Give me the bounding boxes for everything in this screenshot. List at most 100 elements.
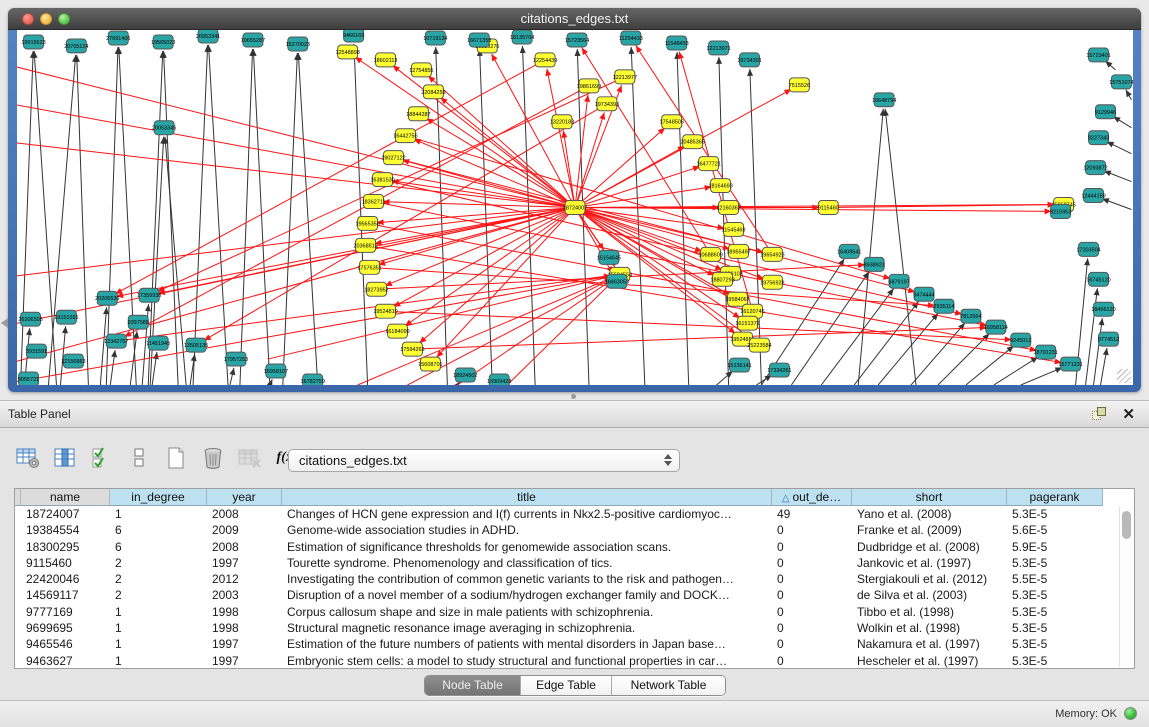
graph-node[interactable]: 19861699 <box>577 79 601 93</box>
float-panel-icon[interactable] <box>1092 407 1107 421</box>
cell-year[interactable]: 2008 <box>207 506 282 522</box>
table-row[interactable]: 2242004622012Investigating the contribut… <box>15 571 1134 587</box>
graph-node[interactable]: 16958114 <box>984 320 1008 334</box>
resize-grip-icon[interactable] <box>1117 369 1131 383</box>
cell-year[interactable]: 2003 <box>207 587 282 603</box>
graph-node[interactable]: 17957253 <box>224 352 248 366</box>
graph-node[interactable]: 18602113 <box>374 53 398 67</box>
cell-short[interactable]: Franke et al. (2009) <box>852 522 1007 538</box>
graph-node[interactable]: 15723401 <box>1086 48 1110 62</box>
network-graph[interactable]: 1872400712548898186021131275485516959276… <box>17 30 1133 385</box>
cell-in-degree[interactable]: 2 <box>110 571 207 587</box>
cell-short[interactable]: Nakamura et al. (1997) <box>852 636 1007 652</box>
table-row[interactable]: 946362711997Embryonic stem cells: a mode… <box>15 653 1134 669</box>
column-header-out-de-[interactable]: △out_de… <box>772 489 852 506</box>
cell-title[interactable]: Genome-wide association studies in ADHD. <box>282 522 772 538</box>
cell-name[interactable]: 18300295 <box>21 539 110 555</box>
cell-year[interactable]: 1997 <box>207 636 282 652</box>
graph-node[interactable]: 10719134 <box>423 31 447 45</box>
graph-node[interactable]: 19151591 <box>54 310 78 324</box>
graph-node[interactable]: 18135704 <box>510 30 534 44</box>
graph-node[interactable]: 27691406 <box>106 31 130 45</box>
close-panel-icon[interactable]: ✕ <box>1122 405 1135 423</box>
cell-in-degree[interactable]: 1 <box>110 620 207 636</box>
graph-node[interactable]: 18955497 <box>726 244 750 258</box>
cell-pagerank[interactable]: 5.3E-5 <box>1007 506 1103 522</box>
graph-node[interactable]: 17359938 <box>137 288 161 302</box>
graph-node[interactable]: 15154645 <box>597 250 621 264</box>
cell-title[interactable]: Estimation of significance thresholds fo… <box>282 539 772 555</box>
network-canvas[interactable]: 1872400712548898186021131275485516959276… <box>17 30 1133 385</box>
column-header-year[interactable]: year <box>207 489 282 506</box>
cell-in-degree[interactable]: 1 <box>110 506 207 522</box>
cell-short[interactable]: de Silva et al. (2003) <box>852 587 1007 603</box>
graph-node[interactable]: 18273952 <box>364 282 388 296</box>
graph-node[interactable]: 15270023 <box>286 37 310 51</box>
graph-node[interactable]: 26206505 <box>18 312 42 326</box>
cell-year[interactable]: 1998 <box>207 620 282 636</box>
graph-node[interactable]: 20485365 <box>680 135 704 149</box>
cell-out-de-[interactable]: 49 <box>772 506 852 522</box>
cell-year[interactable]: 2009 <box>207 522 282 538</box>
graph-node[interactable]: 17334261 <box>767 363 791 377</box>
graph-node[interactable]: 12754855 <box>409 63 433 77</box>
graph-node[interactable]: 18456120 <box>1091 302 1115 316</box>
cell-name[interactable]: 9115460 <box>21 555 110 571</box>
graph-node[interactable]: 12444159 <box>1081 189 1105 203</box>
memory-ok-icon[interactable] <box>1124 707 1137 720</box>
tab-edge-table[interactable]: Edge Table <box>521 676 612 695</box>
cell-pagerank[interactable]: 5.3E-5 <box>1007 620 1103 636</box>
cell-short[interactable]: Yano et al. (2008) <box>852 506 1007 522</box>
graph-node[interactable]: 18362711 <box>362 195 386 209</box>
scrollbar-thumb[interactable] <box>1122 511 1131 539</box>
table-row[interactable]: 1456911722003Disruption of a novel membe… <box>15 587 1134 603</box>
graph-node[interactable]: 22084259 <box>421 85 445 99</box>
cell-name[interactable]: 9777169 <box>21 604 110 620</box>
graph-node[interactable]: 16381530 <box>370 173 394 187</box>
graph-node[interactable]: 9227343 <box>1088 131 1109 145</box>
graph-node[interactable]: 16671355 <box>467 33 491 47</box>
graph-node[interactable]: 20053346 <box>152 121 176 135</box>
splitter-handle[interactable] <box>571 394 576 399</box>
cell-in-degree[interactable]: 1 <box>110 653 207 669</box>
graph-node[interactable]: 11451945 <box>146 336 170 350</box>
graph-node[interactable]: 18924502 <box>453 368 477 382</box>
cell-title[interactable]: Structural magnetic resonance image aver… <box>282 620 772 636</box>
graph-node[interactable]: 16648794 <box>872 93 896 107</box>
cell-pagerank[interactable]: 5.3E-5 <box>1007 636 1103 652</box>
cell-in-degree[interactable]: 1 <box>110 604 207 620</box>
graph-node[interactable]: 10688609 <box>698 247 722 261</box>
graph-node[interactable]: 19565358 <box>355 216 379 230</box>
graph-node[interactable]: 12160362 <box>716 201 740 215</box>
graph-node[interactable]: 11545469 <box>722 222 746 236</box>
cell-title[interactable]: Embryonic stem cells: a model to study s… <box>282 653 772 669</box>
column-header-title[interactable]: title <box>282 489 772 506</box>
graph-node[interactable]: 18724007 <box>563 201 587 215</box>
cell-short[interactable]: Tibbo et al. (1998) <box>852 604 1007 620</box>
graph-node[interactable]: 11254433 <box>619 31 643 45</box>
graph-node[interactable]: 7812564 <box>960 309 981 323</box>
network-window-titlebar[interactable]: citations_edges.txt <box>8 8 1141 30</box>
graph-node[interactable]: 18791231 <box>1034 345 1058 359</box>
graph-node[interactable]: 12548898 <box>335 45 359 59</box>
graph-node[interactable]: 16184099 <box>385 324 409 338</box>
show-column-icon[interactable] <box>51 444 79 472</box>
panel-collapse-arrow-icon[interactable] <box>1 318 8 328</box>
cell-title[interactable]: Disruption of a novel member of a sodium… <box>282 587 772 603</box>
cell-out-de-[interactable]: 0 <box>772 653 852 669</box>
graph-node[interactable]: 9245012 <box>1010 333 1031 347</box>
select-rows-icon[interactable] <box>88 444 116 472</box>
cell-out-de-[interactable]: 0 <box>772 604 852 620</box>
graph-node[interactable]: 18463053 <box>605 274 629 288</box>
cell-year[interactable]: 1998 <box>207 604 282 620</box>
graph-node[interactable]: 16958107 <box>264 364 288 378</box>
cell-out-de-[interactable]: 0 <box>772 620 852 636</box>
cell-name[interactable]: 9699695 <box>21 620 110 636</box>
graph-node[interactable]: 17548506 <box>660 115 684 129</box>
graph-node[interactable]: 19734393 <box>595 97 619 111</box>
vertical-scrollbar[interactable] <box>1119 507 1133 667</box>
graph-node[interactable]: 10655287 <box>241 33 265 47</box>
cell-pagerank[interactable]: 5.3E-5 <box>1007 653 1103 669</box>
graph-node[interactable]: 16745120 <box>1086 272 1110 286</box>
cell-year[interactable]: 1997 <box>207 555 282 571</box>
